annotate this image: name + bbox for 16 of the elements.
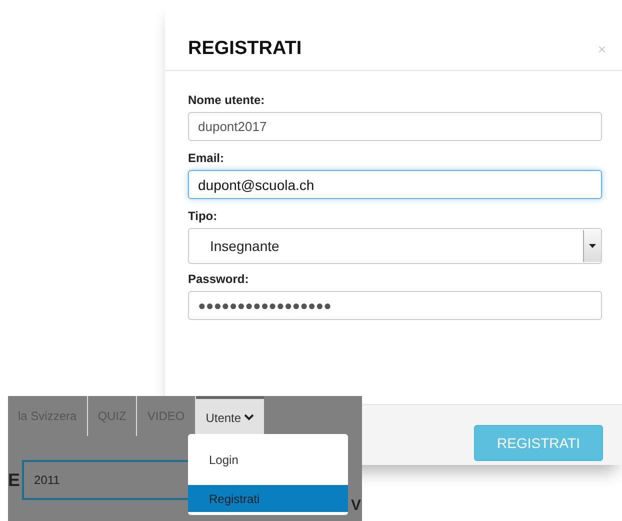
field-label: Email:	[188, 151, 226, 165]
type-select[interactable]: Insegnante	[188, 228, 602, 264]
heading-fragment: E	[8, 470, 20, 490]
input-field[interactable]: dupont2017	[188, 112, 602, 141]
field-label: Nome utente:	[188, 93, 266, 107]
field-label: Tipo:	[188, 209, 218, 223]
heading-fragment: V	[350, 497, 361, 514]
chevron-down-icon	[244, 414, 254, 421]
menu-item[interactable]: Registrati	[188, 485, 348, 512]
field-label: Password:	[188, 272, 250, 286]
caret-icon	[589, 244, 596, 248]
register-button[interactable]: REGISTRATI	[474, 425, 603, 461]
modal-title: REGISTRATI	[188, 38, 302, 60]
nav-tab[interactable]: Utente	[196, 396, 264, 436]
input-field[interactable]: ●●●●●●●●●●●●●●●●●	[188, 291, 602, 320]
input-field[interactable]: dupont@scuola.ch	[188, 170, 602, 199]
